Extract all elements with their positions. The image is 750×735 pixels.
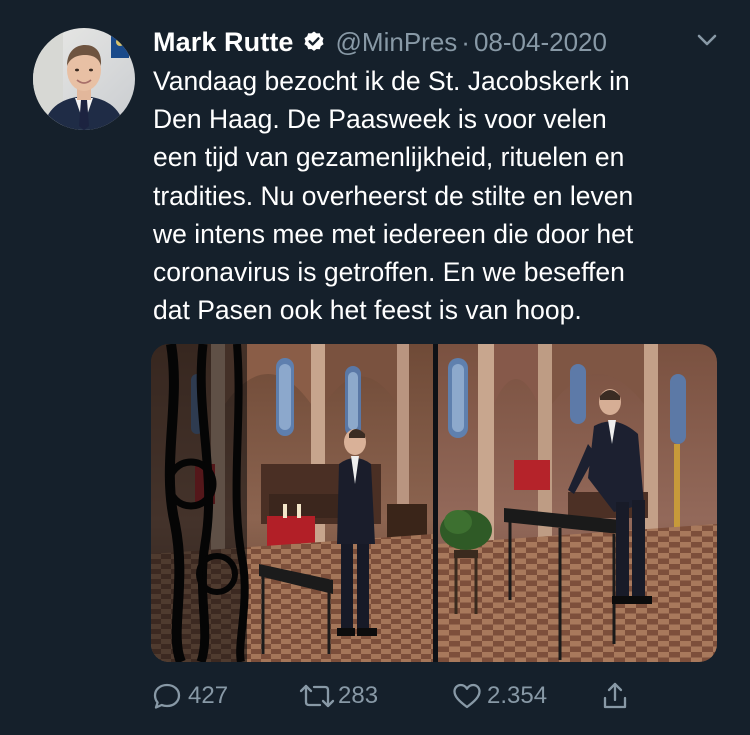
tweet-header: Mark Rutte @MinPres · 08-04-2020 <box>153 24 607 60</box>
tweet-text-line: Den Haag. De Paasweek is voor velen <box>153 104 607 135</box>
church-photo-right[interactable] <box>438 344 717 662</box>
share-icon <box>600 680 630 712</box>
like-button[interactable]: 2.354 <box>451 676 547 716</box>
church-photo-left[interactable] <box>151 344 433 662</box>
reply-icon <box>152 681 182 711</box>
heart-icon <box>451 681 483 711</box>
tweet-date[interactable]: 08-04-2020 <box>474 27 607 58</box>
tweet-text-line: tradities. Nu overheerst de stilte en le… <box>153 180 634 211</box>
tweet-text: Vandaag bezocht ik de St. Jacobskerk in … <box>153 62 733 329</box>
tweet-text-line: dat Pasen ook het feest is van hoop. <box>153 295 582 326</box>
verified-badge-icon <box>302 30 326 54</box>
share-button[interactable] <box>600 676 630 716</box>
avatar[interactable] <box>33 28 135 130</box>
reply-button[interactable]: 427 <box>152 676 228 716</box>
retweet-button[interactable]: 283 <box>298 676 378 716</box>
retweet-count: 283 <box>338 682 379 709</box>
author-handle[interactable]: @MinPres <box>336 27 458 58</box>
avatar-photo <box>33 28 135 130</box>
tweet-text-line: een tijd van gezamenlijkheid, rituelen e… <box>153 142 625 173</box>
header-separator: · <box>461 26 470 57</box>
chevron-down-icon[interactable] <box>694 30 720 50</box>
tweet-actions: 427 283 2.354 <box>152 676 642 716</box>
tweet-media[interactable] <box>151 344 717 662</box>
tweet-text-line: we intens mee met iedereen die door het <box>153 218 634 249</box>
author-name[interactable]: Mark Rutte <box>153 27 294 58</box>
tweet-card[interactable]: Mark Rutte @MinPres · 08-04-2020 Vandaag… <box>0 0 750 735</box>
tweet-text-line: Vandaag bezocht ik de St. Jacobskerk in <box>153 66 630 96</box>
reply-count: 427 <box>188 682 229 709</box>
tweet-text-line: coronavirus is getroffen. En we beseffen <box>153 257 625 288</box>
like-count: 2.354 <box>487 682 548 709</box>
retweet-icon <box>298 681 336 711</box>
